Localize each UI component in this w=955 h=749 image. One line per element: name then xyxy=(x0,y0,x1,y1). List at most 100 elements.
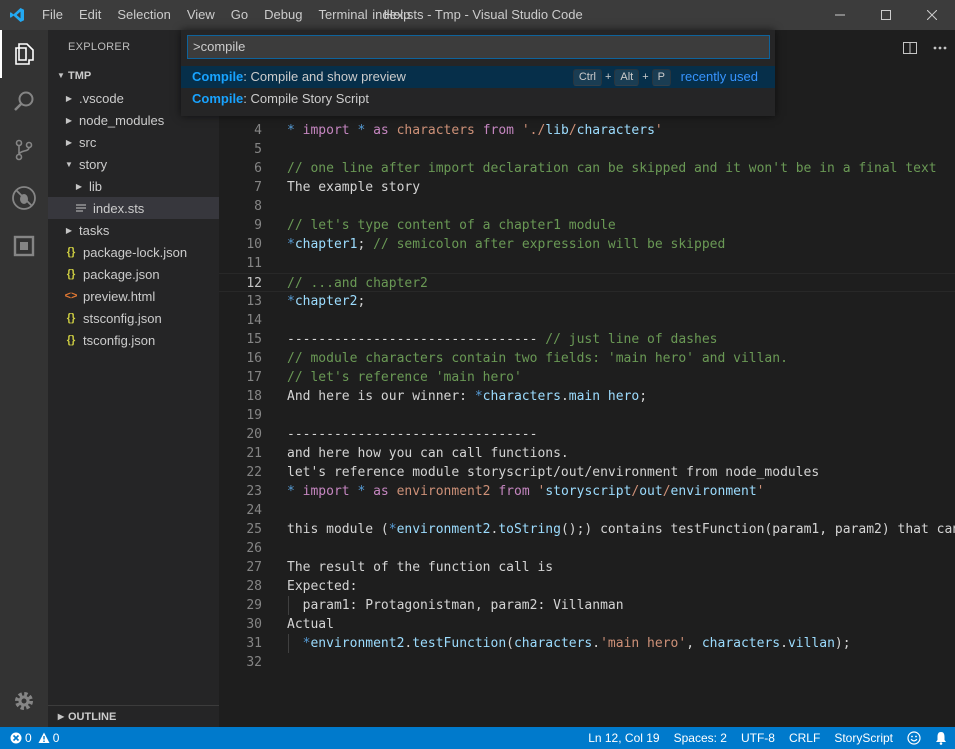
code-line[interactable]: 13 *chapter2; xyxy=(219,292,955,311)
code-token: * xyxy=(287,294,295,309)
code-token: . xyxy=(780,636,788,651)
line-number: 24 xyxy=(246,503,262,518)
code-line[interactable]: 6 // one line after import declaration ca… xyxy=(219,159,955,178)
palette-item-compile-preview[interactable]: Compile: Compile and show preview Ctrl + … xyxy=(181,66,775,88)
code-line[interactable]: 14 xyxy=(219,311,955,330)
code-line[interactable]: 9 // let's type content of a chapter1 mod… xyxy=(219,216,955,235)
code-line[interactable]: 25 this module (*environment2.toString();… xyxy=(219,520,955,539)
menu-go[interactable]: Go xyxy=(223,0,256,30)
code-line[interactable]: 30 Actual xyxy=(219,615,955,634)
chevron-right-icon: ▶ xyxy=(65,137,73,147)
code-line[interactable]: 8 xyxy=(219,197,955,216)
code-token: toString xyxy=(498,522,561,537)
maximize-icon[interactable] xyxy=(863,0,909,30)
explorer-icon[interactable] xyxy=(0,30,48,78)
code-line[interactable]: 19 xyxy=(219,406,955,425)
code-token: environment2 xyxy=(310,636,405,651)
error-icon xyxy=(10,732,22,744)
line-text: -------------------------------- xyxy=(287,425,537,444)
search-icon[interactable] xyxy=(0,78,48,126)
line-text: *environment2.testFunction(characters.'m… xyxy=(287,634,851,653)
code-line[interactable]: 21 and here how you can call functions. xyxy=(219,444,955,463)
language-mode[interactable]: StoryScript xyxy=(834,731,893,745)
tree-item[interactable]: {} stsconfig.json xyxy=(48,307,219,329)
line-number: 8 xyxy=(254,199,262,214)
line-text: Expected: xyxy=(287,577,357,596)
code-line[interactable]: 10 *chapter1; // semicolon after expressi… xyxy=(219,235,955,254)
code-token: environment xyxy=(670,484,757,499)
code-line[interactable]: 20 -------------------------------- xyxy=(219,425,955,444)
code-token: Actual xyxy=(287,617,334,632)
extensions-icon[interactable] xyxy=(0,222,48,270)
tree-item[interactable]: <> preview.html xyxy=(48,285,219,307)
code-line[interactable]: 7 The example story xyxy=(219,178,955,197)
menu-edit[interactable]: Edit xyxy=(71,0,109,30)
code-line[interactable]: 29 param1: Protagonistman, param2: Villa… xyxy=(219,596,955,615)
line-text: // let's reference 'main hero' xyxy=(287,368,522,387)
tree-item[interactable]: index.sts xyxy=(48,197,219,219)
menu-debug[interactable]: Debug xyxy=(256,0,310,30)
command-palette-input[interactable]: >compile xyxy=(187,35,770,59)
indentation[interactable]: Spaces: 2 xyxy=(674,731,727,745)
tree-item[interactable]: ▶ src xyxy=(48,131,219,153)
tree-item[interactable]: ▶ tasks xyxy=(48,219,219,241)
code-line[interactable]: 4 * import * as characters from './lib/ch… xyxy=(219,121,955,140)
activity-bar xyxy=(0,30,48,727)
code-token: * xyxy=(474,389,483,404)
line-text: Actual xyxy=(287,615,334,634)
code-line[interactable]: 28 Expected: xyxy=(219,577,955,596)
code-line[interactable]: 16 // module characters contain two field… xyxy=(219,349,955,368)
debug-icon[interactable] xyxy=(0,174,48,222)
code-token: . xyxy=(560,389,569,404)
minimize-icon[interactable] xyxy=(817,0,863,30)
code-line[interactable]: 17 // let's reference 'main hero' xyxy=(219,368,955,387)
problems-indicator[interactable]: 0 0 xyxy=(10,727,59,749)
split-editor-icon[interactable] xyxy=(895,30,925,65)
code-line[interactable]: 22 let's reference module storyscript/out… xyxy=(219,463,955,482)
tree-item[interactable]: ▶ lib xyxy=(48,175,219,197)
menu-terminal[interactable]: Terminal xyxy=(310,0,375,30)
more-actions-icon[interactable] xyxy=(925,30,955,65)
outline-label: OUTLINE xyxy=(68,710,117,723)
tree-item[interactable]: {} package.json xyxy=(48,263,219,285)
line-number: 23 xyxy=(246,484,262,499)
code-line[interactable]: 32 xyxy=(219,653,955,672)
code-token: * xyxy=(357,123,374,138)
tree-item[interactable]: {} package-lock.json xyxy=(48,241,219,263)
code-token: import xyxy=(302,123,350,138)
editor[interactable]: 4 * import * as characters from './lib/ch… xyxy=(219,30,955,727)
palette-item-compile-story[interactable]: Compile: Compile Story Script xyxy=(181,88,775,110)
code-line[interactable]: 5 xyxy=(219,140,955,159)
code-line[interactable]: 24 xyxy=(219,501,955,520)
tree-item[interactable]: {} tsconfig.json xyxy=(48,329,219,351)
cursor-position[interactable]: Ln 12, Col 19 xyxy=(588,731,659,745)
code-line[interactable]: 23 * import * as environment2 from ' story… xyxy=(219,482,955,501)
encoding[interactable]: UTF-8 xyxy=(741,731,775,745)
end-of-line[interactable]: CRLF xyxy=(789,731,820,745)
notifications-bell-icon[interactable] xyxy=(935,731,947,745)
code-line[interactable]: 31 *environment2.testFunction(characters… xyxy=(219,634,955,653)
tree-item[interactable]: ▼ story xyxy=(48,153,219,175)
source-control-icon[interactable] xyxy=(0,126,48,174)
line-number: 22 xyxy=(246,465,262,480)
json-file-icon: {} xyxy=(66,268,76,280)
code-line[interactable]: 15 -------------------------------- // ju… xyxy=(219,330,955,349)
code-token: import xyxy=(302,484,350,499)
code-line[interactable]: 26 xyxy=(219,539,955,558)
menu-selection[interactable]: Selection xyxy=(109,0,178,30)
menu-help[interactable]: Help xyxy=(376,0,419,30)
code-line[interactable]: 11 xyxy=(219,254,955,273)
settings-gear-icon[interactable] xyxy=(0,677,48,725)
menu-file[interactable]: File xyxy=(34,0,71,30)
code-line[interactable]: 18 And here is our winner: *characters.ma… xyxy=(219,387,955,406)
code-token: * xyxy=(287,237,295,252)
close-icon[interactable] xyxy=(909,0,955,30)
code-line[interactable]: 27 The result of the function call is xyxy=(219,558,955,577)
feedback-smiley-icon[interactable] xyxy=(907,731,921,745)
tree-item-label: package.json xyxy=(83,266,160,282)
outline-section-header[interactable]: ▶ OUTLINE xyxy=(48,705,219,727)
line-number: 14 xyxy=(246,313,262,328)
code-line[interactable]: 12 // ...and chapter2 xyxy=(219,273,955,292)
menu-view[interactable]: View xyxy=(179,0,223,30)
warning-count: 0 xyxy=(52,731,60,745)
